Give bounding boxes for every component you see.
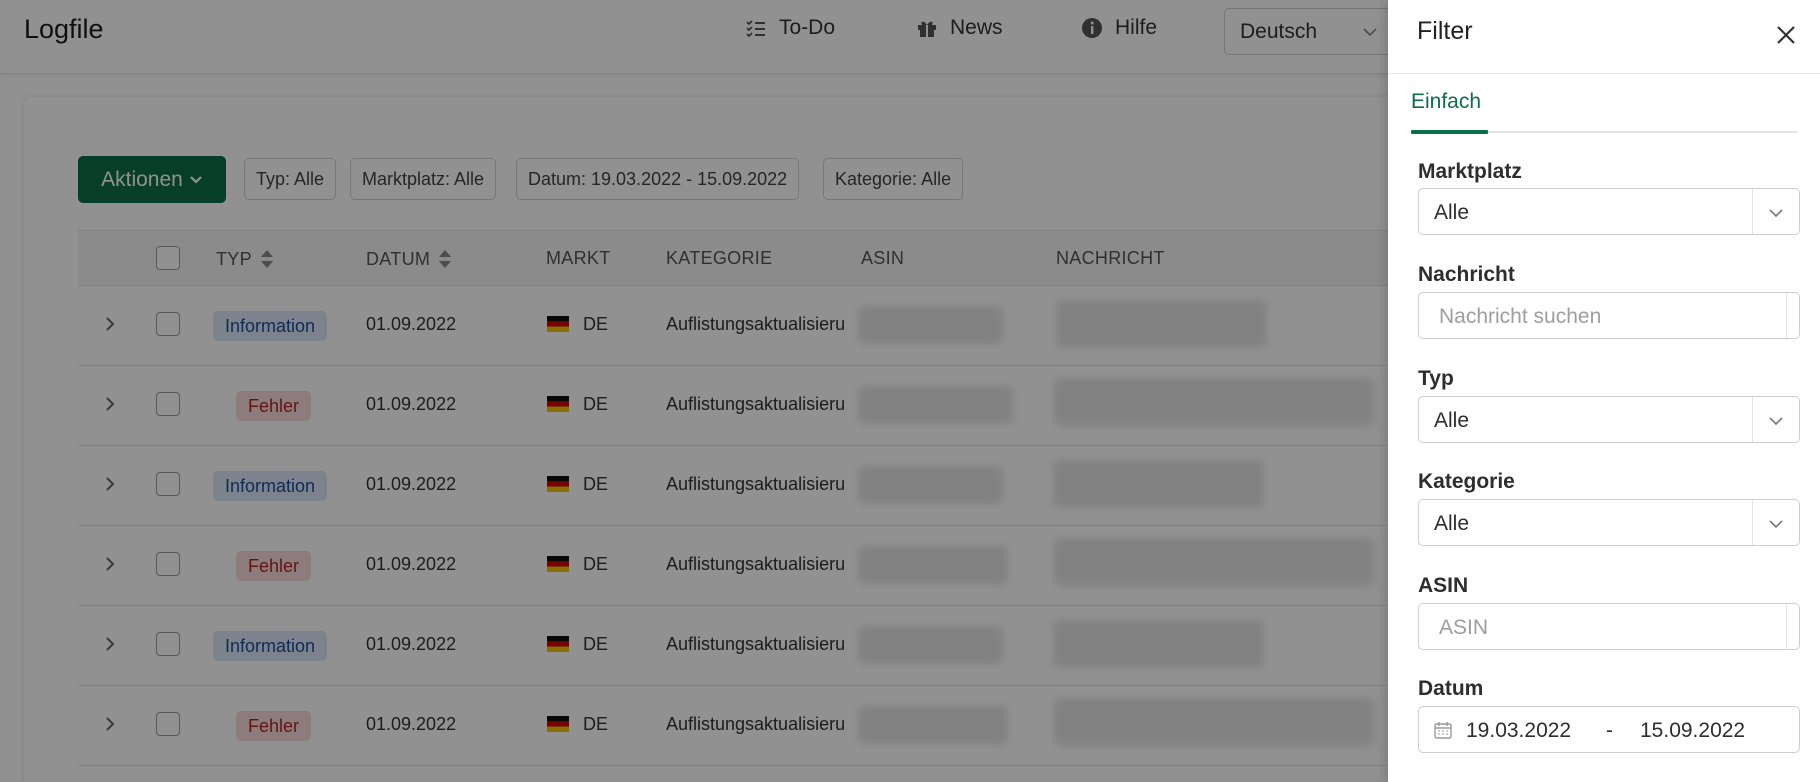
chevron-down-icon — [1769, 520, 1783, 529]
message-search-input[interactable]: Nachricht suchen — [1418, 292, 1800, 339]
message-placeholder: Nachricht suchen — [1439, 305, 1602, 328]
category-value: Alle — [1434, 512, 1470, 535]
divider — [1388, 73, 1820, 74]
tab-simple[interactable]: Einfach — [1411, 90, 1481, 114]
marketplace-value: Alle — [1434, 201, 1470, 224]
asin-input[interactable]: ASIN — [1418, 603, 1800, 650]
filter-panel-title: Filter — [1417, 17, 1473, 45]
divider — [1752, 500, 1753, 545]
modal-backdrop[interactable] — [0, 0, 1388, 782]
chevron-down-icon — [1769, 209, 1783, 218]
close-icon[interactable] — [1772, 21, 1800, 49]
calendar-icon — [1434, 722, 1452, 739]
asin-placeholder: ASIN — [1439, 616, 1489, 639]
marketplace-label: Marktplatz — [1418, 160, 1522, 183]
category-select[interactable]: Alle — [1418, 499, 1800, 546]
message-label: Nachricht — [1418, 263, 1515, 286]
date-end-input[interactable]: 15.09.2022 — [1640, 719, 1745, 743]
type-label: Typ — [1418, 367, 1454, 390]
type-value: Alle — [1434, 409, 1470, 432]
type-select[interactable]: Alle — [1418, 396, 1800, 443]
date-start-input[interactable]: 19.03.2022 — [1466, 719, 1571, 743]
chevron-down-icon — [1769, 417, 1783, 426]
divider — [1786, 293, 1787, 338]
active-tab-indicator — [1411, 130, 1488, 134]
divider — [1786, 604, 1787, 649]
marketplace-select[interactable]: Alle — [1418, 188, 1800, 235]
asin-label: ASIN — [1418, 574, 1469, 597]
date-separator: - — [1606, 719, 1613, 742]
date-label: Datum — [1418, 677, 1484, 700]
date-range-picker[interactable]: 19.03.2022 - 15.09.2022 — [1418, 706, 1800, 753]
category-label: Kategorie — [1418, 470, 1515, 493]
divider — [1752, 397, 1753, 442]
filter-panel: Filter Einfach Marktplatz Alle Nachricht… — [1388, 0, 1820, 782]
divider — [1752, 189, 1753, 234]
